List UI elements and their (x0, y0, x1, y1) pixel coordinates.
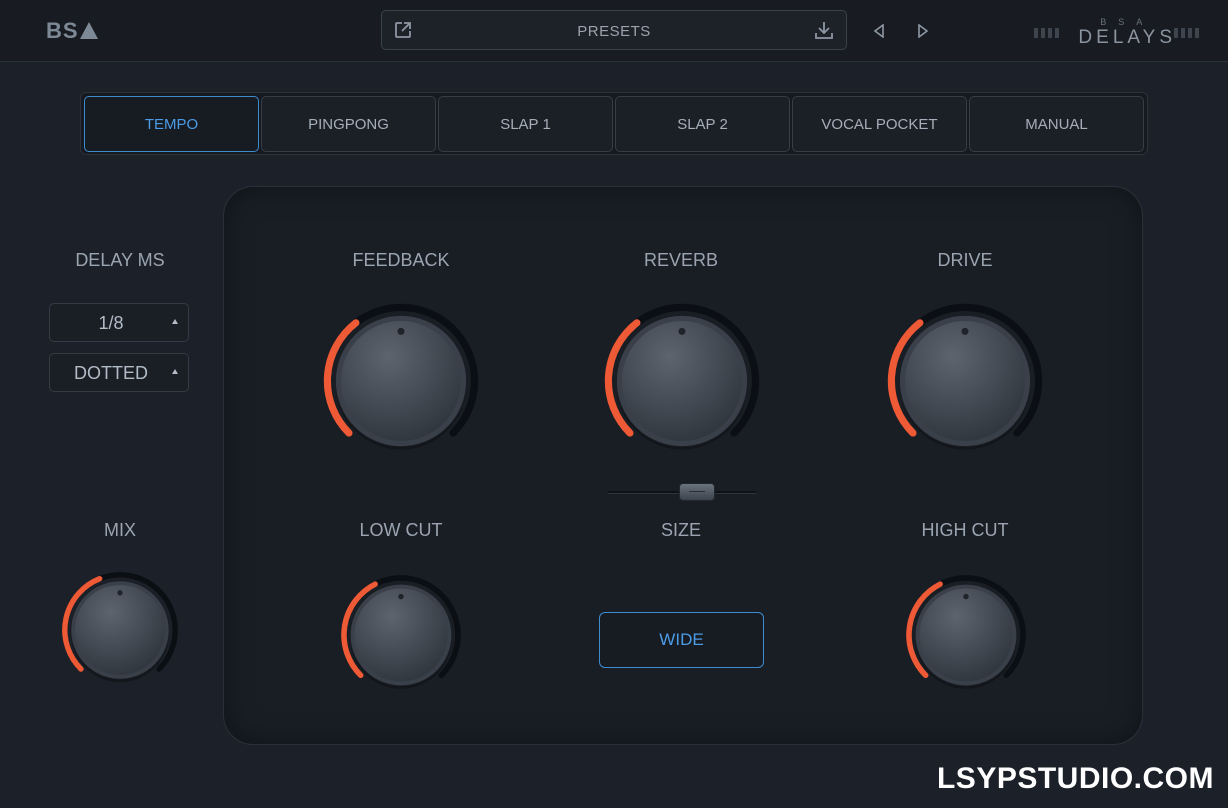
size-label: SIZE (660, 520, 701, 540)
brand-logo: BSA DELAYS (1078, 18, 1176, 49)
delay-mode-select[interactable]: DOTTED (49, 353, 189, 392)
tab-manual[interactable]: MANUAL (969, 96, 1144, 152)
drive-label: DRIVE (937, 250, 993, 270)
delay-division-value: 1/8 (98, 313, 124, 333)
tab-vocal-pocket[interactable]: VOCAL POCKET (792, 96, 967, 152)
mode-tabs: TEMPO PINGPONG SLAP 1 SLAP 2 VOCAL POCKE… (80, 92, 1148, 155)
up-arrow-icon (172, 369, 178, 374)
up-arrow-icon (172, 319, 178, 324)
tab-tempo[interactable]: TEMPO (84, 96, 259, 152)
size-slider[interactable] (608, 482, 756, 502)
presets-label[interactable]: PRESETS (382, 23, 846, 40)
tab-slap-2[interactable]: SLAP 2 (615, 96, 790, 152)
wide-button[interactable]: WIDE (599, 612, 764, 668)
high-cut-label: HIGH CUT (921, 520, 1009, 540)
download-icon[interactable] (814, 20, 834, 40)
tab-slap-1[interactable]: SLAP 1 (438, 96, 613, 152)
tab-pingpong[interactable]: PINGPONG (261, 96, 436, 152)
presets-bar[interactable]: PRESETS (381, 10, 847, 50)
watermark: LSYPSTUDIO.COM (936, 762, 1214, 795)
top-bar: BS PRESETS BSA DELAYS (0, 0, 1228, 62)
delay-ms-label: DELAY MS (75, 250, 165, 270)
size-slider-thumb[interactable] (678, 483, 715, 501)
feedback-label: FEEDBACK (352, 250, 450, 270)
brand-right-bars (1174, 28, 1199, 38)
delay-division-select[interactable]: 1/8 (49, 303, 189, 342)
brand-main: DELAYS (1078, 27, 1176, 48)
brand-left-bars (1034, 28, 1059, 38)
brand-sub: BSA (1100, 17, 1155, 27)
reverb-label: REVERB (643, 250, 719, 270)
next-preset-icon[interactable] (917, 24, 929, 38)
delay-mode-value: DOTTED (74, 363, 148, 383)
previous-preset-icon[interactable] (873, 24, 885, 38)
mix-label: MIX (103, 520, 136, 540)
low-cut-label: LOW CUT (359, 520, 443, 540)
bsa-logo: BS (46, 18, 98, 44)
